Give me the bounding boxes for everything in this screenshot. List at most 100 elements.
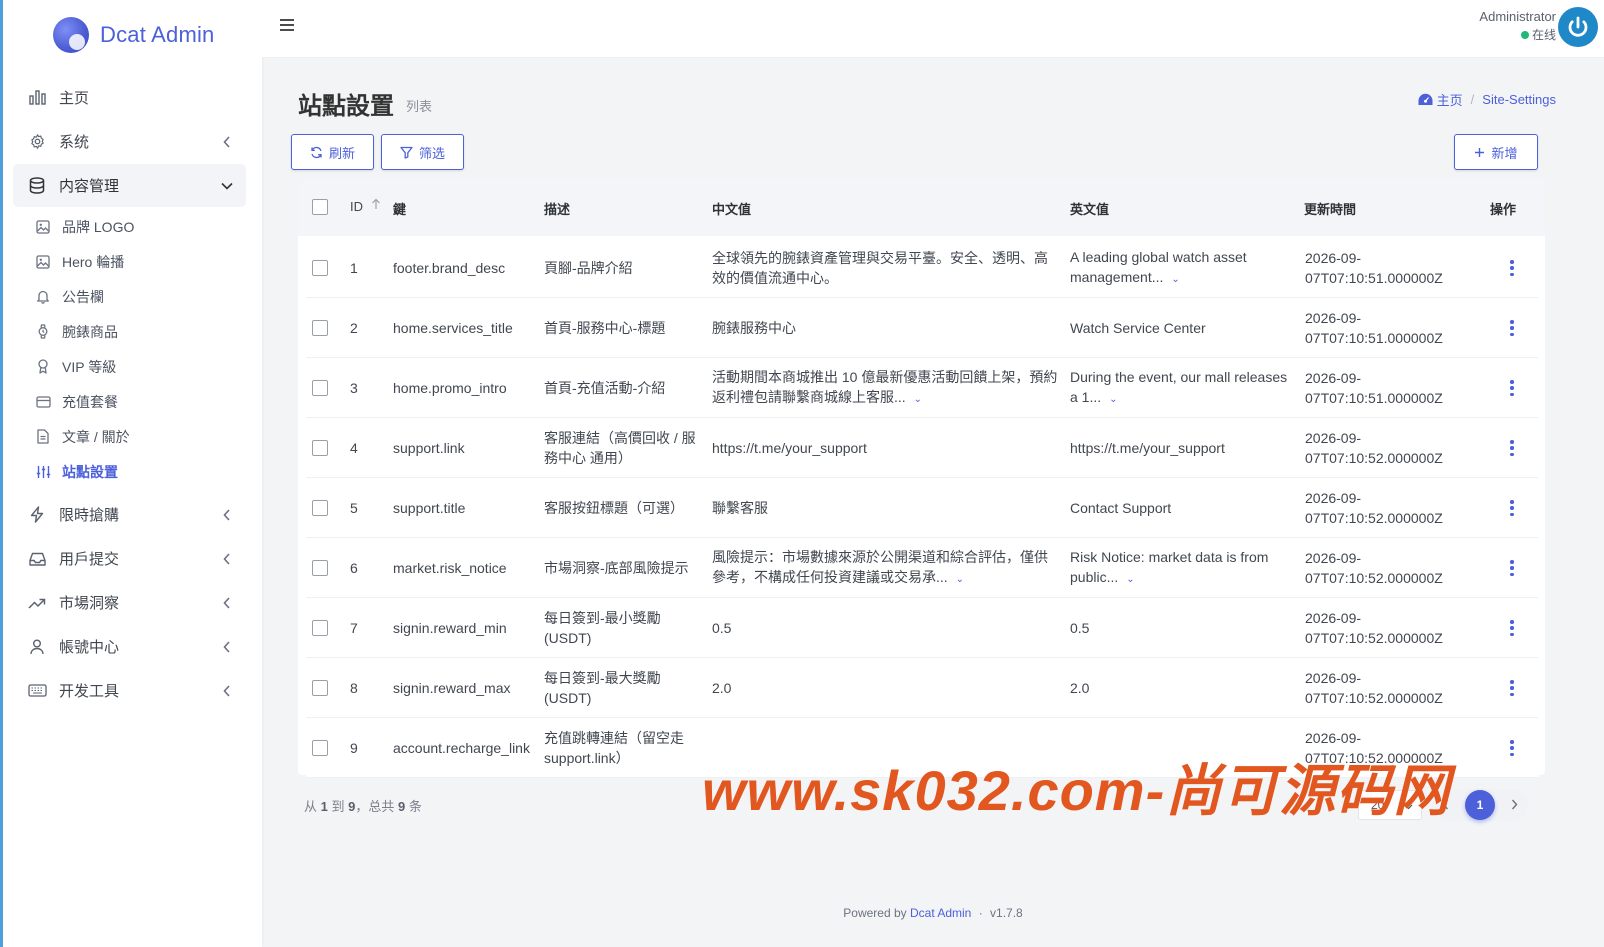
sidebar-item-system[interactable]: 系统 (13, 120, 246, 163)
cell-updated-text: 2026-09-07T07:10:52.000000Z (1305, 670, 1443, 706)
cell-en-text: 0.5 (1070, 620, 1090, 636)
cell-zh-wrap: 風險提示：市場數據來源於公開渠道和綜合評估，僅供參考，不構成任何投資建議或交易承… (712, 547, 1060, 590)
table-row[interactable]: 4 support.link 客服連結（高價回收 / 服務中心 通用） http… (306, 418, 1538, 478)
sidebar-subitem-label: 文章 / 關於 (62, 428, 130, 445)
sidebar-subitem-articles[interactable]: 文章 / 關於 (35, 419, 246, 454)
column-header-id[interactable]: ID (350, 199, 363, 214)
row-actions-menu-icon[interactable] (1510, 260, 1514, 276)
cell-id: 1 (350, 238, 380, 298)
expand-chevron-icon[interactable]: ⌄ (1171, 274, 1179, 285)
brand[interactable]: Dcat Admin (3, 0, 262, 70)
select-all-checkbox[interactable] (312, 199, 328, 215)
sidebar-subitem-hero-carousel[interactable]: Hero 輪播 (35, 244, 246, 279)
cell-en-text: During the event, our mall releases a 1.… (1070, 368, 1288, 405)
sidebar-item-account-center[interactable]: 帳號中心 (13, 625, 246, 668)
table-row[interactable]: 3 home.promo_intro 首頁-充值活動-介紹 活動期間本商城推出 … (306, 358, 1538, 418)
sidebar-item-label: 帳號中心 (59, 639, 120, 656)
brand-name: Dcat Admin (100, 22, 215, 47)
expand-chevron-icon[interactable]: ⌄ (956, 574, 964, 585)
row-checkbox[interactable] (312, 620, 328, 636)
row-actions-menu-icon[interactable] (1510, 560, 1514, 576)
sidebar-subitem-site-settings[interactable]: 站點設置 (35, 454, 246, 489)
cell-zh: 風險提示：市場數據來源於公開渠道和綜合評估，僅供參考，不構成任何投資建議或交易承… (712, 538, 1060, 598)
row-actions-menu-icon[interactable] (1510, 680, 1514, 696)
row-actions-menu-icon[interactable] (1510, 740, 1514, 756)
cell-zh: https://t.me/your_support (712, 418, 1060, 478)
cell-updated-text: 2026-09-07T07:10:51.000000Z (1305, 310, 1443, 346)
table-row[interactable]: 8 signin.reward_max 每日簽到-最大獎勵 (USDT) 2.0… (306, 658, 1538, 718)
watermark-text: www.sk032.com-尚可源码网 (702, 759, 1451, 822)
sidebar-subitem-watch-products[interactable]: 腕錶商品 (35, 314, 246, 349)
sidebar-item-content-management[interactable]: 内容管理 (13, 164, 246, 207)
breadcrumb-home[interactable]: 主页 (1437, 90, 1463, 109)
column-header-key: 鍵 (393, 202, 407, 217)
next-page-icon[interactable] (1511, 797, 1518, 813)
cell-updated: 2026-09-07T07:10:51.000000Z (1305, 358, 1465, 418)
sidebar-item-home[interactable]: 主页 (13, 76, 246, 119)
cell-en-text: Risk Notice: market data is from public.… (1070, 548, 1269, 585)
user-status: 在线 (1479, 26, 1556, 43)
row-actions-menu-icon[interactable] (1510, 500, 1514, 516)
table-row[interactable]: 2 home.services_title 首頁-服務中心-標題 腕錶服務中心 … (306, 298, 1538, 358)
row-checkbox[interactable] (312, 740, 328, 756)
watch-icon (35, 324, 51, 340)
row-checkbox[interactable] (312, 320, 328, 336)
cell-key-text: support.link (393, 440, 465, 456)
row-checkbox[interactable] (312, 560, 328, 576)
cell-id: 7 (350, 598, 380, 658)
sidebar-nav: 主页 系统 内容管理 品牌 LOGO Hero 輪播 公告欄 腕錶商品 VIP … (3, 70, 262, 712)
row-actions-menu-icon[interactable] (1510, 440, 1514, 456)
cell-id: 4 (350, 418, 380, 478)
menu-toggle-icon[interactable] (278, 17, 296, 35)
chevron-left-icon (220, 640, 234, 654)
expand-chevron-icon[interactable]: ⌄ (914, 394, 922, 405)
cell-zh: 全球領先的腕錶資產管理與交易平臺。安全、透明、高效的價值流通中心。 (712, 238, 1060, 298)
row-checkbox[interactable] (312, 440, 328, 456)
cell-key: support.title (393, 478, 541, 538)
pagination-summary: 从 1 到 9，总共 9 条 (304, 796, 422, 815)
table-row[interactable]: 7 signin.reward_min 每日簽到-最小獎勵 (USDT) 0.5… (306, 598, 1538, 658)
cell-desc-text: 市場洞察-底部風險提示 (544, 560, 689, 576)
table-row[interactable]: 5 support.title 客服按鈕標題（可選） 聯繫客服 Contact … (306, 478, 1538, 538)
expand-chevron-icon[interactable]: ⌄ (1126, 574, 1134, 585)
sliders-icon (35, 464, 51, 480)
create-button[interactable]: 新增 (1454, 134, 1538, 170)
cell-zh: 0.5 (712, 598, 1060, 658)
row-actions-menu-icon[interactable] (1510, 320, 1514, 336)
sidebar-item-flash-sale[interactable]: 限時搶購 (13, 493, 246, 536)
page-number-current[interactable]: 1 (1465, 790, 1495, 820)
cell-key: account.recharge_link (393, 718, 541, 778)
refresh-button[interactable]: 刷新 (291, 134, 374, 170)
row-actions-menu-icon[interactable] (1510, 380, 1514, 396)
sidebar-item-dev-tools[interactable]: 开发工具 (13, 669, 246, 712)
cell-key-text: market.risk_notice (393, 560, 507, 576)
filter-button[interactable]: 筛选 (381, 134, 464, 170)
bar-chart-icon (27, 88, 47, 108)
row-checkbox[interactable] (312, 500, 328, 516)
sidebar-item-market-insight[interactable]: 市場洞察 (13, 581, 246, 624)
row-checkbox[interactable] (312, 260, 328, 276)
sidebar-item-user-submissions[interactable]: 用戶提交 (13, 537, 246, 580)
footer-link[interactable]: Dcat Admin (910, 906, 971, 920)
sidebar-subitem-recharge-package[interactable]: 充值套餐 (35, 384, 246, 419)
table-row[interactable]: 6 market.risk_notice 市場洞察-底部風險提示 風險提示：市場… (306, 538, 1538, 598)
avatar[interactable] (1558, 7, 1598, 47)
cell-id: 6 (350, 538, 380, 598)
sort-arrow-up-icon[interactable] (371, 198, 381, 213)
row-checkbox[interactable] (312, 380, 328, 396)
main-content: 站點設置 列表 主页 / Site-Settings 刷新 筛选 新增 ID 鍵… (262, 58, 1604, 947)
cell-desc: 首頁-充值活動-介紹 (544, 358, 700, 418)
cell-key-text: signin.reward_min (393, 620, 507, 636)
row-actions-menu-icon[interactable] (1510, 620, 1514, 636)
sidebar-subitem-label: 站點設置 (62, 463, 118, 480)
table-row[interactable]: 1 footer.brand_desc 頁腳-品牌介紹 全球領先的腕錶資產管理與… (306, 238, 1538, 298)
sidebar-subitem-brand-logo[interactable]: 品牌 LOGO (35, 209, 246, 244)
user-menu[interactable]: Administrator 在线 (1479, 9, 1556, 43)
row-checkbox[interactable] (312, 680, 328, 696)
cell-desc: 每日簽到-最小獎勵 (USDT) (544, 598, 700, 658)
page-title: 站點設置 (298, 93, 394, 120)
cell-en-wrap: A leading global watch asset management.… (1070, 247, 1290, 290)
sidebar-subitem-announcement[interactable]: 公告欄 (35, 279, 246, 314)
sidebar-subitem-vip-level[interactable]: VIP 等級 (35, 349, 246, 384)
expand-chevron-icon[interactable]: ⌄ (1109, 394, 1117, 405)
